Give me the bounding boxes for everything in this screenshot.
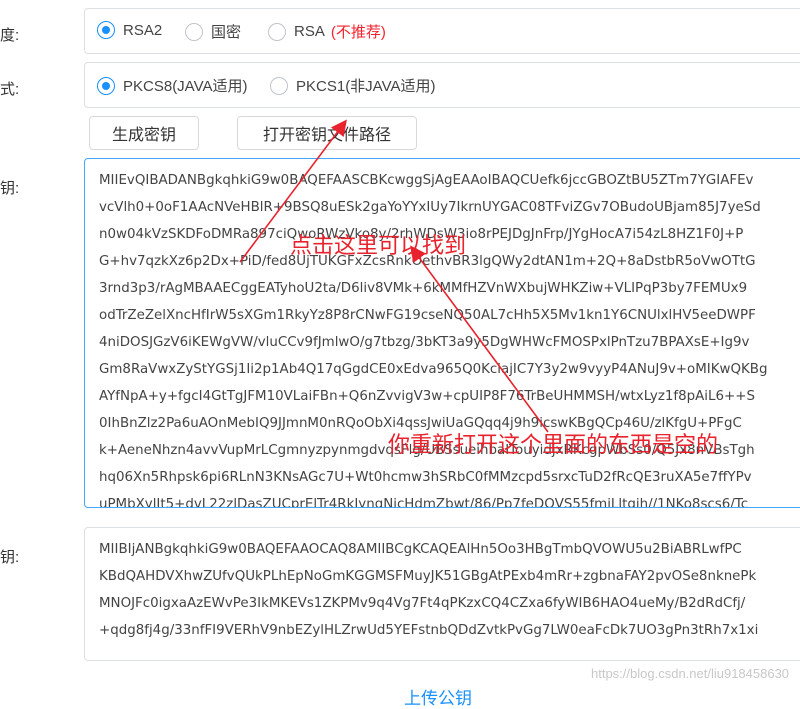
private-key-label: 钥: <box>0 180 20 197</box>
csdn-watermark: https://blog.csdn.net/liu918458630 <box>591 666 790 681</box>
generate-key-button[interactable]: 生成密钥 <box>89 116 199 150</box>
radio-rsa-circle[interactable] <box>268 22 286 41</box>
radio-pkcs1[interactable]: PKCS1(非JAVA适用) <box>270 75 435 96</box>
radio-rsa-label: RSA <box>294 23 325 40</box>
public-key-content: MIIBIjANBgkqhkiG9w0BAQEFAAOCAQ8AMIIBCgKC… <box>99 536 800 644</box>
radio-rsa2[interactable]: RSA2 <box>97 21 162 39</box>
key-line: Gm8RaVwxZyStYGSj1Ii2p1Ab4Q17qGgdCE0xEdva… <box>99 362 768 377</box>
key-line: uPMbXylJt5+dvL22zlDasZUCprElTr4RkIynqNjc… <box>99 497 749 508</box>
radio-pkcs8-label: PKCS8(JAVA适用) <box>123 78 248 95</box>
public-key-textarea[interactable]: MIIBIjANBgkqhkiG9w0BAQEFAAOCAQ8AMIIBCgKC… <box>84 527 800 661</box>
algorithm-label: 度: <box>0 27 20 44</box>
key-line: KBdQAHDVXhwZUfvQUkPLhEpNoGmKGGMSFMuyJK51… <box>99 569 757 584</box>
algorithm-radio-group: RSA2 国密 RSA (不推荐) <box>84 8 800 54</box>
radio-pkcs8[interactable]: PKCS8(JAVA适用) <box>97 75 247 96</box>
key-line: hq06Xn5Rhpsk6pi6RLnN3KNsAGc7U+Wt0hcmw3hS… <box>99 470 752 485</box>
radio-rsa2-label: RSA2 <box>123 21 163 39</box>
format-label: 式: <box>0 81 20 98</box>
radio-pkcs8-circle[interactable] <box>97 76 115 95</box>
radio-guomi[interactable]: 国密 <box>185 21 241 42</box>
radio-rsa2-circle[interactable] <box>97 21 115 39</box>
radio-pkcs1-circle[interactable] <box>270 76 288 95</box>
upload-public-key-link[interactable]: 上传公钥 <box>404 684 472 709</box>
format-radio-group: PKCS8(JAVA适用) PKCS1(非JAVA适用) <box>84 62 800 108</box>
annotation-click-hint: 点击这里可以找到 <box>290 234 467 259</box>
key-line: odTrZeZelXncHfIrW5sXGm1RkyYz8P8rCNwFG19c… <box>99 308 756 323</box>
radio-guomi-circle[interactable] <box>185 22 203 41</box>
key-line: MIIBIjANBgkqhkiG9w0BAQEFAAOCAQ8AMIIBCgKC… <box>99 542 742 557</box>
key-line: +qdg8fj4g/33nfFI9VERhV9nbEZylHLZrwUd5YEF… <box>99 623 759 638</box>
radio-pkcs1-label: PKCS1(非JAVA适用) <box>296 78 436 95</box>
key-line: 3rnd3p3/rAgMBAAECggEATyhoU2ta/D6liv8VMk+… <box>99 281 748 296</box>
key-line: vcVlh0+0oF1AAcNVeHBlR+9BSQ8uESk2gaYoYYxI… <box>99 200 761 215</box>
key-line: MNOJFc0igxaAzEWvPe3IkMKEVs1ZKPMv9q4Vg7Ft… <box>99 596 746 611</box>
not-recommended-note: (不推荐) <box>330 24 386 41</box>
key-line: AYfNpA+y+fgcI4GtTgJFM10VLaiFBn+Q6nZvvigV… <box>99 389 755 404</box>
open-key-path-button[interactable]: 打开密钥文件路径 <box>237 116 417 150</box>
radio-rsa[interactable]: RSA (不推荐) <box>268 21 386 42</box>
public-key-label: 钥: <box>0 549 20 566</box>
key-line: MIIEvQIBADANBgkqhkiG9w0BAQEFAASCBKcwggSj… <box>99 173 754 188</box>
annotation-empty-hint: 你重新打开这个里面的东西是空的 <box>388 433 719 458</box>
key-line: 4niDOSJGzV6iKEWgVW/vluCCv9fJmlwO/g7tbzg/… <box>99 335 750 350</box>
radio-guomi-label: 国密 <box>211 24 242 41</box>
